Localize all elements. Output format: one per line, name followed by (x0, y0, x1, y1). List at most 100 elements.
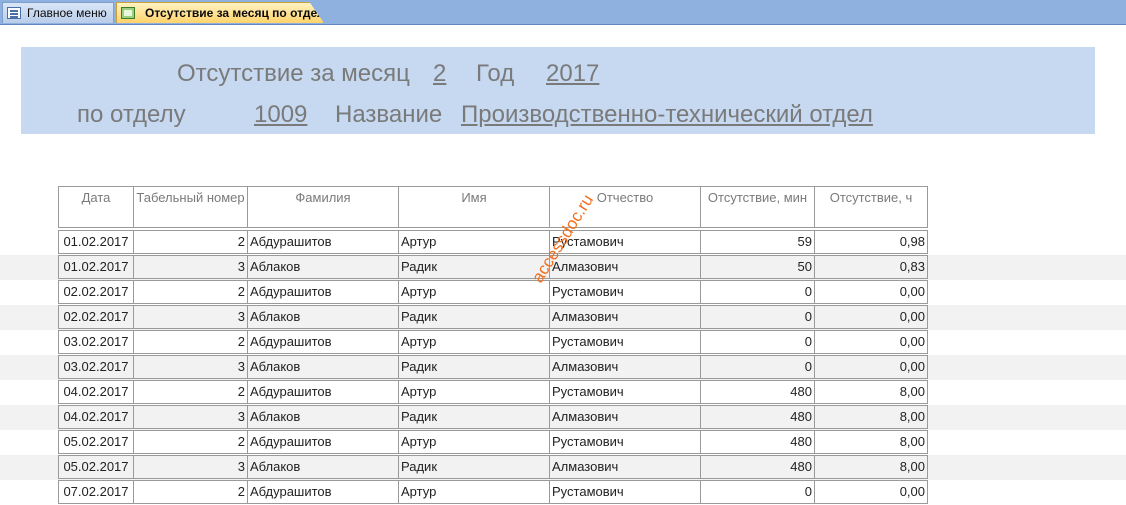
name-label: Название (335, 101, 443, 128)
table-row[interactable]: 07.02.2017 2 Абдурашитов Артур Рустамович 0 0,… (0, 480, 1126, 505)
month-value: 2 (433, 60, 447, 87)
cell-first-name: Артур (398, 230, 549, 254)
cell-absence-min: 480 (700, 455, 814, 479)
report-icon (121, 7, 135, 19)
cell-last-name: Аблаков (247, 255, 398, 279)
cell-last-name: Абдурашитов (247, 380, 398, 404)
cell-absence-min: 59 (700, 230, 814, 254)
cell-absence-h: 0,00 (814, 480, 928, 504)
cell-first-name: Радик (398, 455, 549, 479)
cell-date: 05.02.2017 (58, 455, 133, 479)
cell-absence-min: 0 (700, 280, 814, 304)
column-header-tab-number: Табельный номер (133, 186, 247, 228)
report-title: Отсутствие за месяц (177, 60, 410, 87)
cell-absence-h: 8,00 (814, 405, 928, 429)
cell-last-name: Абдурашитов (247, 280, 398, 304)
cell-last-name: Абдурашитов (247, 480, 398, 504)
column-header-last-name: Фамилия (247, 186, 398, 228)
cell-absence-h: 0,83 (814, 255, 928, 279)
cell-date: 05.02.2017 (58, 430, 133, 454)
cell-first-name: Артур (398, 430, 549, 454)
dept-code: 1009 (254, 101, 308, 128)
cell-date: 04.02.2017 (58, 380, 133, 404)
tab-absence-report[interactable]: Отсутствие за месяц по отделу (116, 2, 324, 23)
column-header-date: Дата (58, 186, 133, 228)
cell-tab-number: 3 (133, 355, 247, 379)
cell-patronymic: Алмазович (549, 405, 700, 429)
cell-last-name: Абдурашитов (247, 230, 398, 254)
cell-absence-min: 50 (700, 255, 814, 279)
tab-main-menu[interactable]: Главное меню (2, 2, 114, 23)
cell-tab-number: 3 (133, 255, 247, 279)
cell-absence-min: 480 (700, 405, 814, 429)
cell-first-name: Артур (398, 280, 549, 304)
cell-absence-min: 480 (700, 430, 814, 454)
cell-absence-h: 0,00 (814, 305, 928, 329)
cell-date: 03.02.2017 (58, 355, 133, 379)
cell-patronymic: Алмазович (549, 355, 700, 379)
cell-patronymic: Алмазович (549, 305, 700, 329)
cell-first-name: Артур (398, 480, 549, 504)
cell-absence-min: 0 (700, 480, 814, 504)
cell-patronymic: Рустамович (549, 280, 700, 304)
table-row[interactable]: 05.02.2017 3 Аблаков Радик Алмазович 480 8,00 (0, 455, 1126, 480)
year-value: 2017 (546, 60, 600, 87)
cell-tab-number: 3 (133, 405, 247, 429)
tab-main-menu-label: Главное меню (27, 6, 107, 20)
table-row[interactable]: 03.02.2017 2 Абдурашитов Артур Рустамович 0 0,… (0, 330, 1126, 355)
cell-tab-number: 2 (133, 480, 247, 504)
cell-absence-min: 0 (700, 355, 814, 379)
cell-tab-number: 2 (133, 430, 247, 454)
cell-last-name: Абдурашитов (247, 430, 398, 454)
table-row[interactable]: 04.02.2017 2 Абдурашитов Артур Рустамович 480… (0, 380, 1126, 405)
column-header-absence-h: Отсутствие, ч (814, 186, 928, 228)
table-row[interactable]: 02.02.2017 3 Аблаков Радик Алмазович 0 0,00 (0, 305, 1126, 330)
cell-first-name: Артур (398, 330, 549, 354)
table-row[interactable]: 05.02.2017 2 Абдурашитов Артур Рустамович 480… (0, 430, 1126, 455)
cell-patronymic: Рустамович (549, 330, 700, 354)
cell-last-name: Аблаков (247, 305, 398, 329)
cell-date: 01.02.2017 (58, 255, 133, 279)
cell-date: 02.02.2017 (58, 280, 133, 304)
column-header-first-name: Имя (398, 186, 549, 228)
cell-date: 04.02.2017 (58, 405, 133, 429)
cell-absence-h: 0,00 (814, 330, 928, 354)
cell-last-name: Абдурашитов (247, 330, 398, 354)
cell-date: 07.02.2017 (58, 480, 133, 504)
tab-absence-report-label: Отсутствие за месяц по отделу (145, 6, 332, 20)
cell-first-name: Радик (398, 405, 549, 429)
cell-tab-number: 2 (133, 280, 247, 304)
cell-patronymic: Алмазович (549, 455, 700, 479)
table-header: Дата Табельный номер Фамилия Имя Отчество Отс… (58, 186, 928, 228)
cell-absence-h: 0,98 (814, 230, 928, 254)
document-tab-bar: Главное меню Отсутствие за месяц по отде… (0, 0, 1126, 25)
cell-last-name: Аблаков (247, 455, 398, 479)
cell-patronymic: Рустамович (549, 380, 700, 404)
dept-label: по отделу (77, 101, 186, 128)
cell-patronymic: Алмазович (549, 255, 700, 279)
cell-date: 01.02.2017 (58, 230, 133, 254)
cell-tab-number: 2 (133, 380, 247, 404)
cell-absence-min: 0 (700, 305, 814, 329)
cell-patronymic: Рустамович (549, 480, 700, 504)
cell-first-name: Радик (398, 305, 549, 329)
cell-tab-number: 3 (133, 305, 247, 329)
column-header-absence-min: Отсутствие, мин (700, 186, 814, 228)
cell-tab-number: 2 (133, 230, 247, 254)
table-row[interactable]: 02.02.2017 2 Абдурашитов Артур Рустамович 0 0,… (0, 280, 1126, 305)
cell-first-name: Артур (398, 380, 549, 404)
cell-first-name: Радик (398, 355, 549, 379)
report-header: Отсутствие за месяц 2 Год 2017 по отделу… (21, 47, 1095, 134)
table-row[interactable]: 04.02.2017 3 Аблаков Радик Алмазович 480 8,00 (0, 405, 1126, 430)
table-row[interactable]: 01.02.2017 3 Аблаков Радик Алмазович 50 0,83 (0, 255, 1126, 280)
cell-date: 02.02.2017 (58, 305, 133, 329)
cell-absence-h: 8,00 (814, 455, 928, 479)
cell-tab-number: 2 (133, 330, 247, 354)
cell-last-name: Аблаков (247, 355, 398, 379)
cell-first-name: Радик (398, 255, 549, 279)
cell-last-name: Аблаков (247, 405, 398, 429)
table-row[interactable]: 03.02.2017 3 Аблаков Радик Алмазович 0 0,00 (0, 355, 1126, 380)
cell-tab-number: 3 (133, 455, 247, 479)
year-label: Год (476, 60, 515, 87)
cell-absence-h: 8,00 (814, 430, 928, 454)
